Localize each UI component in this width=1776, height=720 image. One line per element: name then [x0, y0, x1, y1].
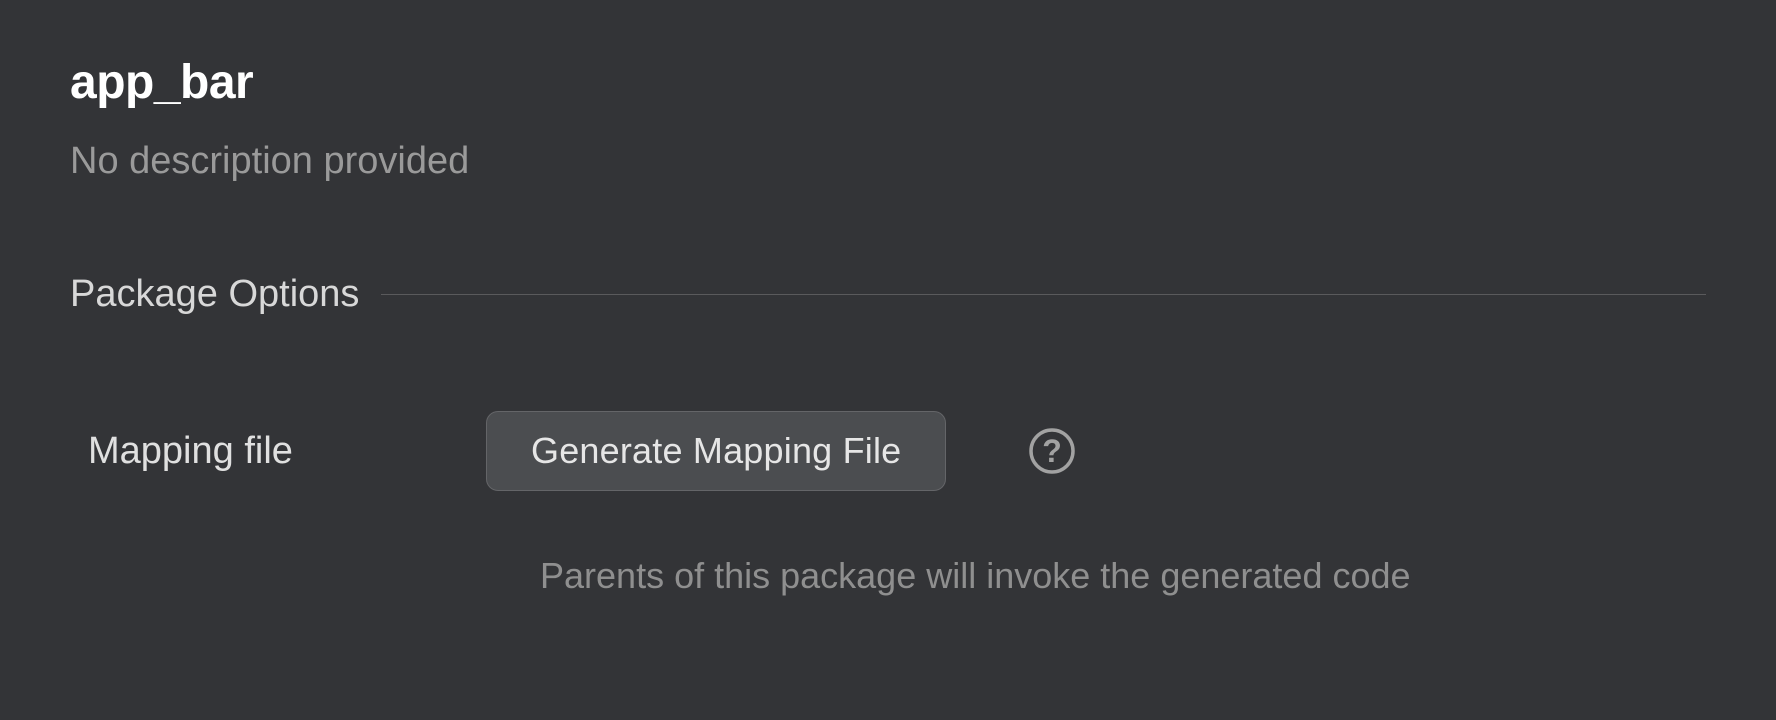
generate-mapping-file-button[interactable]: Generate Mapping File — [486, 411, 946, 491]
question-mark-circle-icon: ? — [1028, 427, 1076, 475]
section-title: Package Options — [70, 273, 359, 316]
mapping-file-hint: Parents of this package will invoke the … — [540, 555, 1706, 597]
package-title: app_bar — [70, 55, 1706, 110]
section-divider — [381, 294, 1706, 295]
package-description: No description provided — [70, 140, 1706, 183]
section-header: Package Options — [70, 273, 1706, 316]
mapping-file-label: Mapping file — [88, 430, 486, 473]
mapping-file-row: Mapping file Generate Mapping File ? — [70, 411, 1706, 491]
mapping-file-hint-row: Parents of this package will invoke the … — [70, 555, 1706, 597]
help-icon[interactable]: ? — [1028, 427, 1076, 475]
svg-text:?: ? — [1043, 433, 1063, 469]
